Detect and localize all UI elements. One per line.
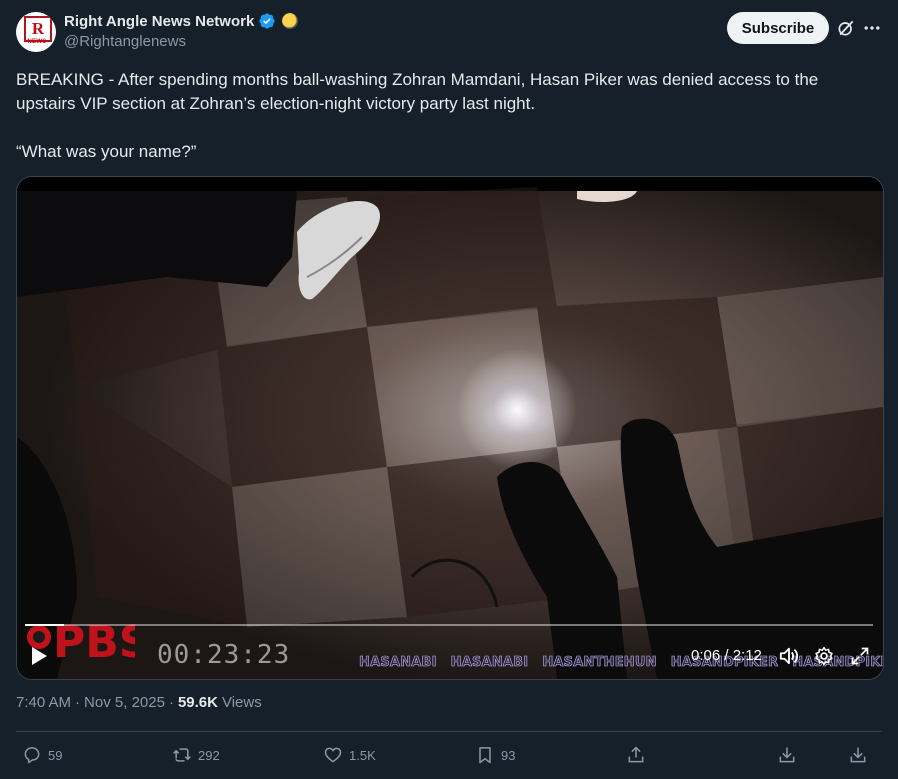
- tweet-meta: 7:40 AM · Nov 5, 2025 · 59.6K Views: [16, 694, 262, 711]
- repost-icon: [173, 748, 191, 762]
- download-icon: [779, 747, 795, 763]
- watermark-tiktok: HASANDPIKER: [792, 655, 883, 671]
- tweet-date[interactable]: Nov 5, 2025: [84, 694, 165, 711]
- tweet-text: BREAKING - After spending months ball-wa…: [16, 68, 876, 164]
- like-count: 1.5K: [349, 747, 376, 763]
- repost-button[interactable]: 292: [172, 743, 220, 767]
- avatar-subtext: NEWS: [27, 39, 47, 45]
- tweet-paragraph: BREAKING - After spending months ball-wa…: [16, 70, 819, 113]
- divider: [16, 731, 882, 732]
- more-icon[interactable]: [862, 18, 882, 38]
- reply-count: 59: [48, 747, 63, 763]
- heart-icon: [324, 747, 342, 763]
- like-button[interactable]: 1.5K: [323, 743, 376, 767]
- reply-icon: [24, 747, 40, 764]
- share-button[interactable]: [626, 743, 646, 767]
- watermark-youtube: HASANABI: [450, 655, 529, 671]
- video-frame: [17, 177, 883, 679]
- author-display-name[interactable]: Right Angle News Network: [64, 13, 254, 30]
- download-video-button[interactable]: [848, 743, 868, 767]
- bookmark-icon: [479, 747, 491, 764]
- author-handle[interactable]: @Rightanglenews: [64, 33, 186, 50]
- fullscreen-icon[interactable]: [850, 646, 870, 666]
- avatar-logo: R NEWS: [21, 16, 52, 48]
- reply-button[interactable]: 59: [22, 743, 62, 767]
- settings-gear-icon[interactable]: [814, 646, 834, 666]
- author-avatar[interactable]: R NEWS: [16, 12, 56, 52]
- streamer-watermark: HASANABI HASANABI HASANTHEHUN HASANDPIKE…: [359, 655, 883, 671]
- meta-separator: ·: [168, 694, 174, 711]
- video-progress-fill: [25, 624, 64, 626]
- repost-count: 292: [198, 747, 220, 763]
- download-button[interactable]: [777, 743, 797, 767]
- share-icon: [628, 746, 644, 763]
- grok-icon[interactable]: [836, 18, 856, 38]
- tweet-quote: “What was your name?”: [16, 142, 197, 161]
- views-count: 59.6K: [177, 694, 218, 711]
- author-name-row: Right Angle News Network: [64, 12, 299, 30]
- video-progress-bar[interactable]: [25, 624, 873, 626]
- subscribe-button[interactable]: Subscribe: [727, 12, 829, 44]
- verified-badge-icon[interactable]: [258, 12, 276, 30]
- watermark-twitch: HASANABI: [359, 655, 437, 671]
- watermark-twitter: HASANTHEHUN: [542, 655, 657, 671]
- play-icon[interactable]: [29, 645, 49, 667]
- bookmark-count: 93: [501, 747, 516, 763]
- video-time-display: 0:06 / 2:12: [691, 647, 762, 664]
- video-overlay-timestamp: 00:23:23: [157, 640, 291, 670]
- bookmark-button[interactable]: 93: [475, 743, 515, 767]
- meta-separator: ·: [75, 694, 81, 711]
- emoji-badge-icon: [282, 13, 299, 29]
- tweet-time[interactable]: 7:40 AM: [16, 694, 71, 711]
- video-player[interactable]: PBS 00:23:23 HASANABI HASANABI HASANTHEH…: [16, 176, 884, 680]
- volume-icon[interactable]: [778, 646, 800, 666]
- views-label: Views: [221, 694, 262, 711]
- download-icon: [850, 747, 866, 763]
